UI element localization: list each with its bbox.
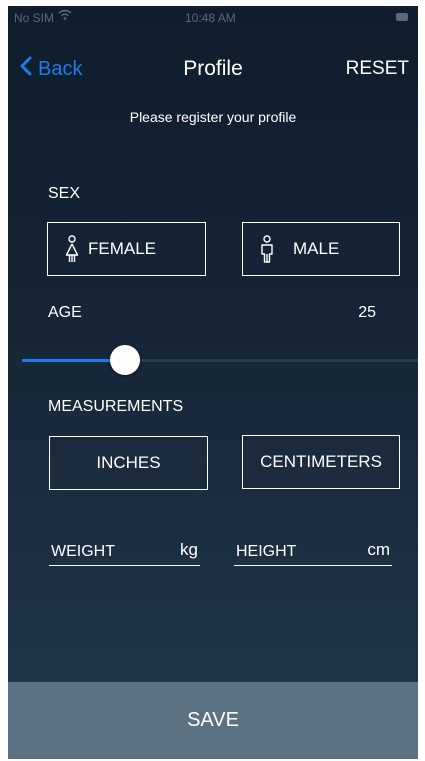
weight-unit: kg — [180, 540, 198, 559]
battery-icon — [396, 13, 408, 21]
male-person-icon — [259, 235, 275, 263]
profile-screen: No SIM 10:48 AM Back Profile RESET Pleas… — [8, 6, 418, 759]
weight-placeholder: WEIGHT — [51, 543, 115, 560]
sex-label: SEX — [48, 185, 81, 202]
inches-button[interactable]: INCHES — [49, 436, 208, 490]
height-unit: cm — [367, 540, 390, 559]
page-subtitle: Please register your profile — [129, 109, 297, 125]
age-label: AGE — [48, 304, 82, 321]
female-button[interactable]: FEMALE — [47, 222, 206, 276]
save-button[interactable]: SAVE — [8, 682, 418, 759]
female-person-icon — [64, 235, 80, 263]
age-value: 25 — [358, 304, 376, 321]
centimeters-label: CENTIMETERS — [260, 452, 382, 471]
measurements-label: MEASUREMENTS — [48, 398, 184, 415]
height-placeholder: HEIGHT — [236, 543, 297, 560]
clock-label: 10:48 AM — [185, 11, 236, 25]
centimeters-button[interactable]: CENTIMETERS — [242, 435, 400, 489]
age-slider-thumb[interactable] — [109, 345, 140, 375]
male-button[interactable]: MALE — [242, 222, 400, 276]
height-field[interactable]: HEIGHT cm — [234, 536, 392, 566]
reset-button[interactable]: RESET — [346, 58, 409, 80]
female-label: FEMALE — [88, 239, 157, 258]
status-bar: No SIM 10:48 AM — [8, 6, 418, 30]
wifi-icon — [58, 9, 72, 24]
carrier-label: No SIM — [14, 11, 55, 25]
weight-field[interactable]: WEIGHT kg — [49, 536, 200, 566]
inches-label: INCHES — [96, 453, 161, 472]
save-label: SAVE — [187, 709, 239, 731]
navigation-bar: Back Profile RESET — [8, 54, 418, 90]
male-label: MALE — [293, 239, 340, 258]
